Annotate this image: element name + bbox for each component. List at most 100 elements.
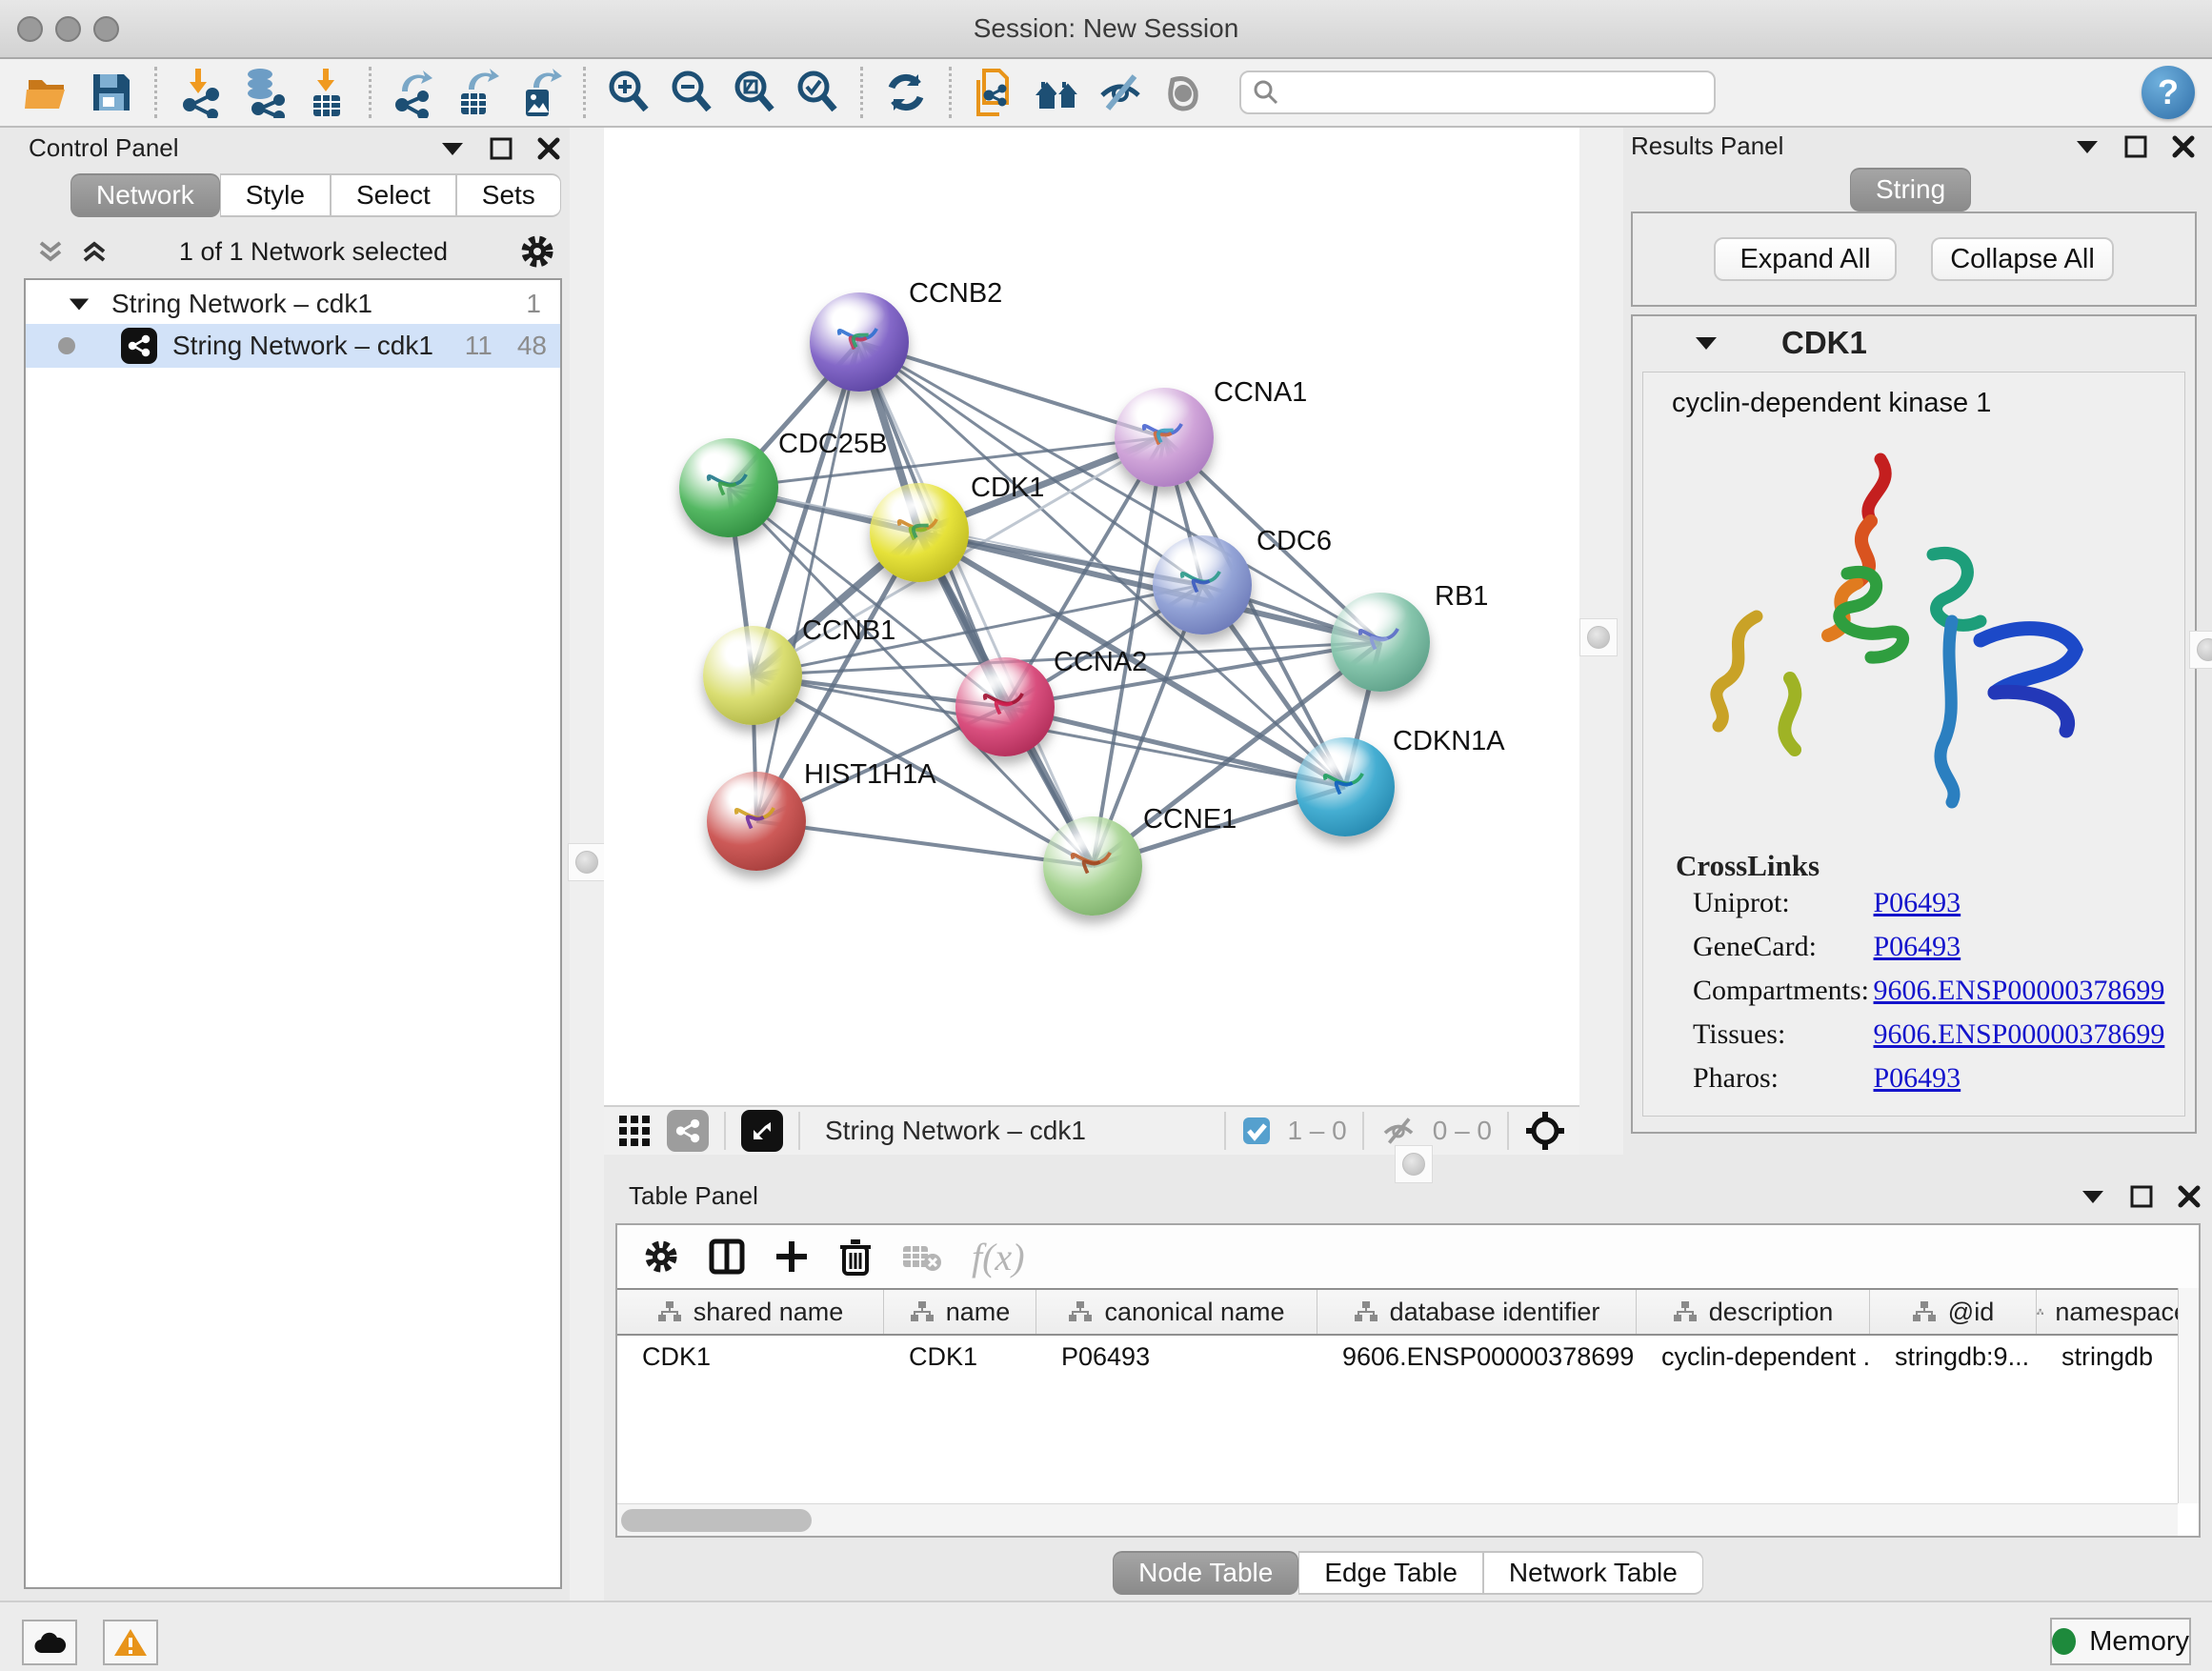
network-canvas[interactable]: CCNB2 CCNA1 CDC25B CDK1 CDC6 RB1 CCNB1 C… — [604, 128, 1579, 1105]
table-cell[interactable]: CDK1 — [617, 1342, 884, 1372]
function-builder-button[interactable]: f(x) — [972, 1235, 1025, 1279]
crosslink-link[interactable]: P06493 — [1874, 931, 1961, 962]
tab-sets[interactable]: Sets — [456, 173, 561, 217]
table-cell[interactable]: stringdb:9... — [1870, 1342, 2037, 1372]
tab-style[interactable]: Style — [220, 173, 331, 217]
hidden-eye-slash-icon[interactable] — [1379, 1115, 1418, 1147]
collapse-all-button[interactable]: Collapse All — [1931, 237, 2114, 281]
table-cell[interactable]: cyclin-dependent ... — [1637, 1342, 1870, 1372]
column-header--id[interactable]: @id — [1870, 1290, 2037, 1334]
add-column-icon[interactable] — [774, 1238, 810, 1275]
panel-menu-icon[interactable] — [2075, 137, 2100, 156]
crosslink-link[interactable]: 9606.ENSP00000378699 — [1874, 1018, 2165, 1050]
tree-expander-icon[interactable] — [68, 294, 90, 313]
zoom-selected-button[interactable] — [786, 63, 849, 122]
network-node-ccna2[interactable] — [955, 657, 1055, 756]
grid-view-icon[interactable] — [617, 1114, 652, 1148]
right-splitter[interactable] — [1579, 128, 1623, 1155]
column-header-canonical-name[interactable]: canonical name — [1036, 1290, 1317, 1334]
network-share-icon[interactable] — [667, 1110, 709, 1152]
expand-all-icon[interactable] — [80, 237, 109, 266]
crosslink-link[interactable]: P06493 — [1874, 887, 1961, 918]
collapse-all-icon[interactable] — [36, 237, 65, 266]
clone-network-button[interactable] — [963, 63, 1026, 122]
network-collection-row[interactable]: String Network – cdk1 1 — [26, 280, 560, 324]
zoom-fit-button[interactable] — [723, 63, 786, 122]
options-gear-icon[interactable] — [518, 232, 556, 271]
table-vertical-scrollbar[interactable] — [2178, 1288, 2199, 1503]
panel-menu-icon[interactable] — [440, 139, 465, 158]
network-node-cdc25b[interactable] — [679, 438, 778, 537]
network-node-rb1[interactable] — [1331, 593, 1430, 692]
panel-float-icon[interactable] — [490, 137, 513, 160]
panel-close-icon[interactable] — [2178, 1185, 2201, 1208]
open-session-button[interactable] — [17, 63, 80, 122]
tab-node-table[interactable]: Node Table — [1113, 1551, 1298, 1595]
network-node-ccne1[interactable] — [1043, 816, 1142, 916]
right-splitter-handle[interactable] — [1579, 618, 1618, 656]
network-node-cdk1[interactable] — [870, 483, 969, 582]
show-columns-icon[interactable] — [709, 1238, 745, 1275]
network-node-cdkn1a[interactable] — [1296, 737, 1395, 836]
save-session-button[interactable] — [80, 63, 143, 122]
tab-string-results[interactable]: String — [1850, 168, 1971, 211]
left-splitter-handle[interactable] — [568, 843, 606, 881]
selected-checkbox-icon[interactable] — [1241, 1116, 1272, 1146]
cloud-status-button[interactable] — [22, 1620, 77, 1665]
export-network-button[interactable] — [383, 63, 446, 122]
column-header-name[interactable]: name — [884, 1290, 1036, 1334]
network-node-ccnb2[interactable] — [810, 292, 909, 392]
table-cell[interactable]: P06493 — [1036, 1342, 1317, 1372]
zoom-out-button[interactable] — [660, 63, 723, 122]
show-all-button[interactable] — [1152, 63, 1215, 122]
column-header-shared-name[interactable]: shared name — [617, 1290, 884, 1334]
import-database-button[interactable] — [231, 63, 294, 122]
table-cell[interactable]: CDK1 — [884, 1342, 1036, 1372]
search-input[interactable] — [1281, 73, 1704, 111]
tab-network[interactable]: Network — [70, 173, 220, 217]
network-node-hist1h1a[interactable] — [707, 772, 806, 871]
panel-close-icon[interactable] — [537, 137, 560, 160]
search-field[interactable] — [1239, 70, 1716, 114]
export-table-button[interactable] — [446, 63, 509, 122]
string-home-button[interactable] — [1026, 63, 1089, 122]
import-network-button[interactable] — [169, 63, 231, 122]
table-horizontal-scrollbar[interactable] — [617, 1503, 2178, 1536]
column-header-namespace[interactable]: namespace — [2037, 1290, 2178, 1334]
panel-float-icon[interactable] — [2130, 1185, 2153, 1208]
birds-eye-view-button[interactable] — [741, 1110, 783, 1152]
panel-close-icon[interactable] — [2172, 135, 2195, 158]
network-node-cdc6[interactable] — [1153, 535, 1252, 634]
left-splitter[interactable] — [570, 128, 604, 1601]
delete-table-icon[interactable] — [901, 1240, 943, 1273]
panel-float-icon[interactable] — [2124, 135, 2147, 158]
network-node-ccnb1[interactable] — [703, 626, 802, 725]
table-cell[interactable]: 9606.ENSP00000378699 — [1317, 1342, 1637, 1372]
results-scroll-handle[interactable] — [2189, 631, 2212, 669]
scrollbar-thumb[interactable] — [621, 1509, 812, 1532]
import-table-button[interactable] — [294, 63, 357, 122]
protein-expander-icon[interactable] — [1694, 333, 1719, 352]
hide-unhide-button[interactable] — [1089, 63, 1152, 122]
tab-select[interactable]: Select — [331, 173, 456, 217]
delete-column-trash-icon[interactable] — [838, 1238, 873, 1276]
crosshair-icon[interactable] — [1524, 1110, 1566, 1152]
warnings-button[interactable] — [103, 1620, 158, 1665]
table-cell[interactable]: stringdb — [2037, 1342, 2178, 1372]
column-header-database-identifier[interactable]: database identifier — [1317, 1290, 1637, 1334]
tab-network-table[interactable]: Network Table — [1483, 1551, 1703, 1595]
network-row[interactable]: String Network – cdk1 11 48 — [26, 324, 560, 368]
tab-edge-table[interactable]: Edge Table — [1298, 1551, 1483, 1595]
table-settings-gear-icon[interactable] — [642, 1238, 680, 1276]
expand-all-button[interactable]: Expand All — [1714, 237, 1897, 281]
memory-button[interactable]: Memory — [2050, 1618, 2191, 1665]
crosslink-link[interactable]: 9606.ENSP00000378699 — [1874, 975, 2165, 1006]
crosslink-link[interactable]: P06493 — [1874, 1062, 1961, 1094]
refresh-button[interactable] — [875, 63, 937, 122]
table-row[interactable]: CDK1CDK1P064939606.ENSP00000378699cyclin… — [617, 1336, 2178, 1378]
column-header-description[interactable]: description — [1637, 1290, 1870, 1334]
zoom-in-button[interactable] — [597, 63, 660, 122]
help-button[interactable]: ? — [2142, 66, 2195, 119]
network-node-ccna1[interactable] — [1115, 388, 1214, 487]
panel-menu-icon[interactable] — [2081, 1187, 2105, 1206]
